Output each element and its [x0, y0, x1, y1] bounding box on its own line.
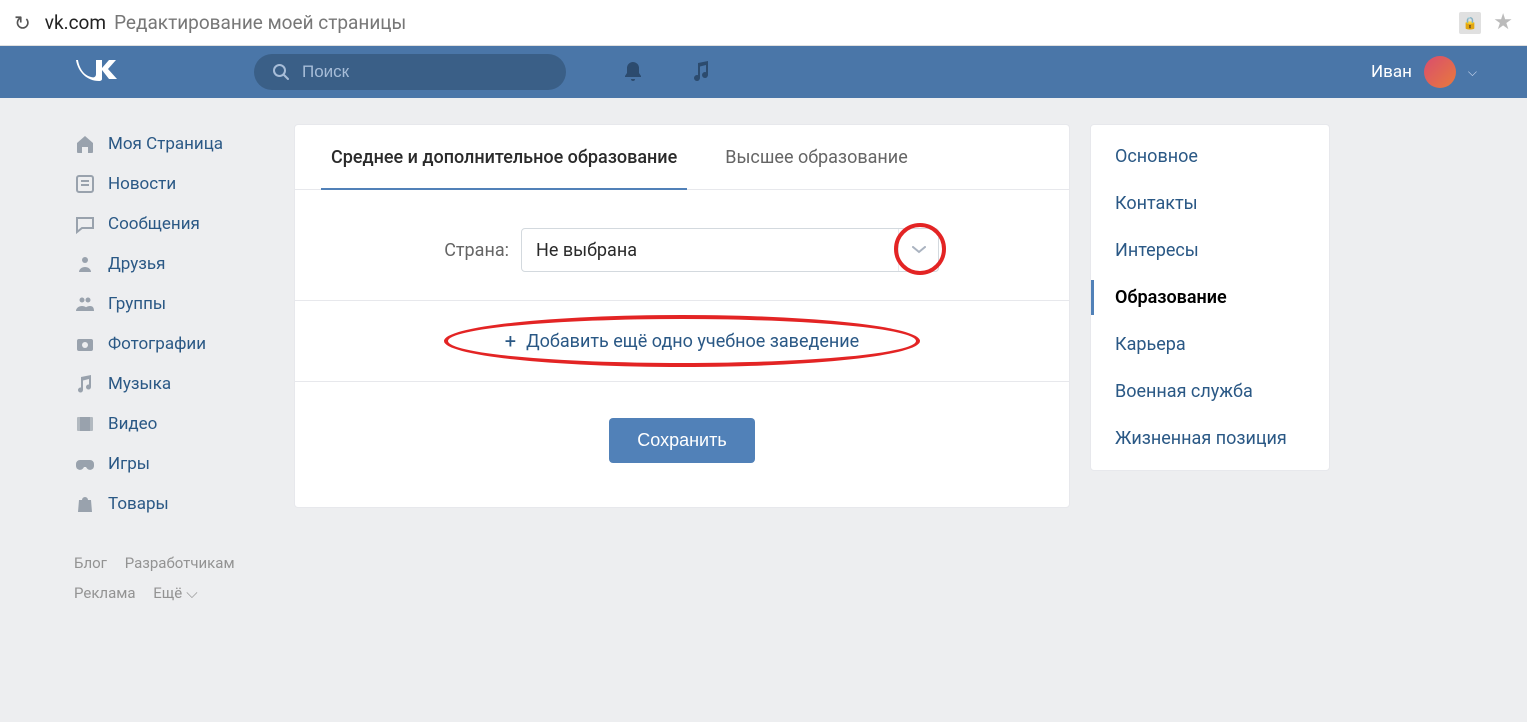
star-icon[interactable]: ★	[1493, 10, 1513, 35]
address-title: Редактирование моей страницы	[114, 11, 406, 34]
chevron-down-icon: ⌵	[186, 578, 197, 608]
news-icon	[74, 173, 96, 195]
country-label: Страна:	[425, 240, 509, 261]
bell-icon[interactable]	[622, 60, 644, 84]
nav-video[interactable]: Видео	[74, 404, 274, 444]
music-nav-icon	[74, 373, 96, 395]
chevron-down-icon	[912, 246, 926, 254]
groups-icon	[74, 293, 96, 315]
settings-career[interactable]: Карьера	[1091, 321, 1329, 368]
browser-bar: ↻ vk.com Редактирование моей страницы 🔒 …	[0, 0, 1527, 46]
lock-icon: 🔒	[1459, 12, 1481, 34]
tabs: Среднее и дополнительное образование Выс…	[295, 125, 1069, 190]
footer-ads[interactable]: Реклама	[74, 584, 136, 602]
nav-market[interactable]: Товары	[74, 484, 274, 524]
settings-education[interactable]: Образование	[1091, 274, 1329, 321]
footer-developers[interactable]: Разработчикам	[125, 554, 235, 572]
left-nav: Моя Страница Новости Сообщения Друзья Гр…	[74, 124, 274, 608]
search-icon	[272, 63, 290, 81]
settings-contacts[interactable]: Контакты	[1091, 180, 1329, 227]
address-bar[interactable]: vk.com Редактирование моей страницы	[45, 11, 1446, 34]
search-input[interactable]	[302, 62, 548, 82]
plus-icon: +	[505, 329, 516, 353]
video-icon	[74, 413, 96, 435]
country-value: Не выбрана	[536, 240, 637, 261]
nav-friends[interactable]: Друзья	[74, 244, 274, 284]
home-icon	[74, 133, 96, 155]
vk-logo[interactable]	[74, 56, 120, 89]
nav-my-page[interactable]: Моя Страница	[74, 124, 274, 164]
nav-messages[interactable]: Сообщения	[74, 204, 274, 244]
games-icon	[74, 453, 96, 475]
footer-more[interactable]: Ещё ⌵	[153, 578, 197, 608]
footer-blog[interactable]: Блог	[74, 554, 107, 572]
reload-icon[interactable]: ↻	[14, 11, 31, 35]
music-icon[interactable]	[690, 60, 712, 84]
user-name: Иван	[1371, 62, 1412, 82]
tab-higher-education[interactable]: Высшее образование	[715, 125, 918, 189]
chevron-down-icon: ⌵	[1468, 65, 1477, 80]
nav-music[interactable]: Музыка	[74, 364, 274, 404]
add-school-label: Добавить ещё одно учебное заведение	[526, 331, 859, 352]
site-header: Иван ⌵	[0, 46, 1527, 98]
save-button[interactable]: Сохранить	[609, 418, 754, 463]
nav-news[interactable]: Новости	[74, 164, 274, 204]
add-school-button[interactable]: + Добавить ещё одно учебное заведение	[295, 301, 1069, 382]
address-domain: vk.com	[45, 11, 106, 34]
market-icon	[74, 493, 96, 515]
settings-basic[interactable]: Основное	[1091, 133, 1329, 180]
main-card: Среднее и дополнительное образование Выс…	[294, 124, 1070, 508]
user-menu[interactable]: Иван ⌵	[1371, 56, 1527, 88]
country-dropdown[interactable]: Не выбрана	[521, 228, 939, 272]
settings-interests[interactable]: Интересы	[1091, 227, 1329, 274]
message-icon	[74, 213, 96, 235]
nav-games[interactable]: Игры	[74, 444, 274, 484]
nav-photos[interactable]: Фотографии	[74, 324, 274, 364]
settings-position[interactable]: Жизненная позиция	[1091, 415, 1329, 462]
friends-icon	[74, 253, 96, 275]
footer-links: Блог Разработчикам Реклама Ещё ⌵	[74, 548, 274, 608]
settings-military[interactable]: Военная служба	[1091, 368, 1329, 415]
search-box[interactable]	[254, 54, 566, 90]
camera-icon	[74, 333, 96, 355]
country-row: Страна: Не выбрана	[295, 190, 1069, 301]
avatar	[1424, 56, 1456, 88]
nav-groups[interactable]: Группы	[74, 284, 274, 324]
tab-secondary-education[interactable]: Среднее и дополнительное образование	[321, 125, 687, 190]
settings-nav: Основное Контакты Интересы Образование К…	[1090, 124, 1330, 471]
dropdown-caret	[898, 229, 938, 271]
